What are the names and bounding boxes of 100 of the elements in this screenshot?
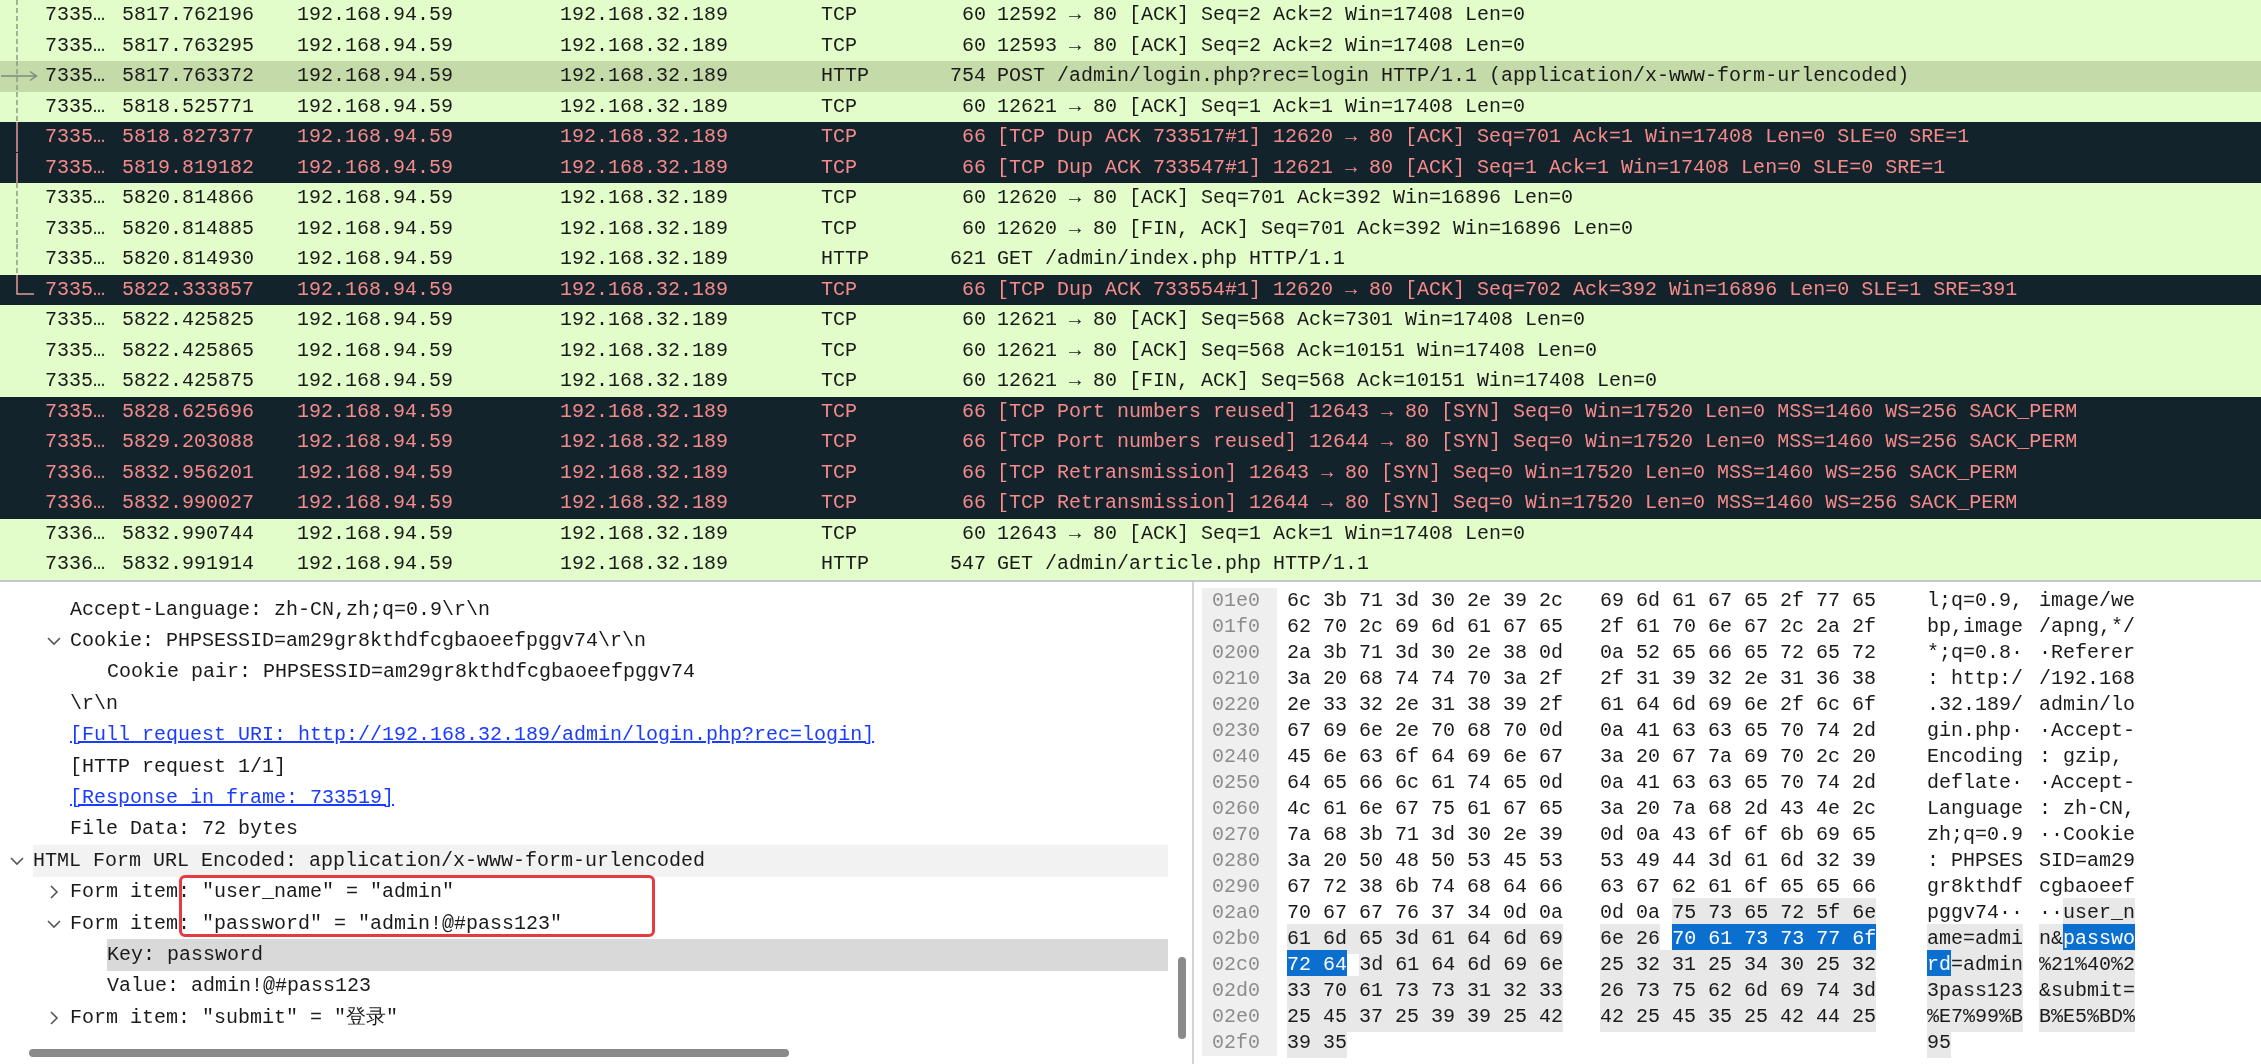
packet-row[interactable]: 7335… 5822.425875 192.168.94.59 192.168.32.189 TCP 60 12621 → 80 [FIN, ACK] Seq=568 Ack=10151 Win=17408 Len=0 <box>0 366 2261 397</box>
packet-row[interactable]: 7335… 5820.814866 192.168.94.59 192.168.32.189 TCP 60 12620 → 80 [ACK] Seq=701 Ack=392 Win=16896 Len=0 <box>0 183 2261 214</box>
packet-row[interactable]: 7335… 5817.763295 192.168.94.59 192.168.32.189 TCP 60 12593 → 80 [ACK] Seq=2 Ack=2 Win=17408 Len=0 <box>0 30 2261 61</box>
table-cell-text: 192.168.94.59 <box>297 154 455 181</box>
packet-row[interactable]: 7336… 5832.991914 192.168.94.59 192.168.32.189 HTTP 547 GET /admin/article.php HTTP/1.1 <box>0 549 2261 580</box>
table-cell-text: 12621 → 80 [ACK] Seq=568 Ack=10151 Win=17408 Len=0 <box>997 337 1598 364</box>
table-cell-text: 192.168.32.189 <box>560 368 730 395</box>
table-cell-text: 5822.425875 <box>122 368 256 395</box>
table-cell-text: 192.168.94.59 <box>297 93 455 120</box>
ascii-text: : gzip, <box>2039 744 2123 770</box>
table-cell-text: 60 <box>961 93 986 120</box>
ascii-text: ·Referer <box>2039 640 2135 666</box>
ascii-text: bp,image <box>1927 614 2023 640</box>
table-cell-text: 7335… <box>45 93 106 120</box>
link[interactable]: [Response in frame: 733519] <box>70 782 1168 814</box>
tree-item[interactable]: \r\n <box>70 688 1168 720</box>
hex-bytes: 0d 0a 43 6f 6f 6b 69 65 <box>1600 822 1877 848</box>
table-cell-text: 60 <box>961 520 986 547</box>
offset-label: 0260 <box>1202 796 1277 822</box>
ascii-text: zh;q=0.9 <box>1927 822 2023 848</box>
packet-row[interactable]: 7335… 5822.333857 192.168.94.59 192.168.32.189 TCP 66 [TCP Dup ACK 733554#1] 12620 → 80 [ACK] Seq=702 Ack=392 Win=16896 Len=0 SLE=1 SRE=391 <box>0 274 2261 305</box>
hex-bytes: 64 65 66 6c 61 74 65 0d <box>1287 770 1564 796</box>
table-cell-text: HTTP <box>821 63 870 90</box>
tree-item[interactable]: [HTTP request 1/1] <box>70 750 1168 783</box>
table-cell-text: TCP <box>821 215 858 242</box>
hex-bytes: 0a 52 65 66 65 72 65 72 <box>1600 640 1877 666</box>
packet-row[interactable]: 7335… 5820.814930 192.168.94.59 192.168.32.189 HTTP 621 GET /admin/index.php HTTP/1.1 <box>0 244 2261 275</box>
table-cell-text: 192.168.32.189 <box>560 520 730 547</box>
tree-item[interactable]: Cookie pair: PHPSESSID=am29gr8kthdfcgbaoeefpggv74 <box>107 656 1168 689</box>
table-cell-text: 621 <box>949 246 986 273</box>
packet-row[interactable]: 7335… 5817.762196 192.168.94.59 192.168.32.189 TCP 60 12592 → 80 [ACK] Seq=2 Ack=2 Win=17408 Len=0 <box>0 0 2261 31</box>
table-cell-text: TCP <box>821 32 858 59</box>
table-cell-text: 7335… <box>45 307 106 334</box>
tree-item[interactable]: Accept-Language: zh-CN,zh;q=0.9\r\n <box>70 594 1168 626</box>
table-cell-text: TCP <box>821 520 858 547</box>
table-cell-text: TCP <box>821 368 858 395</box>
vertical-scrollbar[interactable] <box>1178 957 1186 1039</box>
offset-label: 01e0 <box>1202 588 1277 614</box>
table-cell-text: 60 <box>961 307 986 334</box>
ascii-text: : zh-CN, <box>2039 796 2135 822</box>
packet-row[interactable]: 7335… 5820.814885 192.168.94.59 192.168.32.189 TCP 60 12620 → 80 [FIN, ACK] Seq=701 Ack=392 Win=16896 Len=0 <box>0 213 2261 244</box>
hex-bytes: 63 67 62 61 6f 65 65 66 <box>1600 874 1877 900</box>
ascii-text: ·Accept- <box>2039 770 2135 796</box>
horizontal-scrollbar[interactable] <box>29 1049 789 1057</box>
table-cell-text: [TCP Port numbers reused] 12643 → 80 [SYN] Seq=0 Win=17520 Len=0 MSS=1460 WS=256 SACK_PERM <box>997 398 2078 425</box>
packet-row[interactable]: 7335… 5822.425825 192.168.94.59 192.168.32.189 TCP 60 12621 → 80 [ACK] Seq=568 Ack=7301 Win=17408 Len=0 <box>0 305 2261 336</box>
table-cell-text: 192.168.94.59 <box>297 551 455 578</box>
packet-row[interactable]: 7335… 5817.763372 192.168.94.59 192.168.32.189 HTTP 754 POST /admin/login.php?rec=login HTTP/1.1 (application/x-www-form-urlencoded) <box>0 61 2261 92</box>
ascii-text: Language <box>1927 796 2023 822</box>
table-cell-text: TCP <box>821 490 858 517</box>
table-cell-text: 192.168.32.189 <box>560 551 730 578</box>
table-cell-text: 192.168.94.59 <box>297 32 455 59</box>
hex-bytes: 0a 41 63 63 65 70 74 2d <box>1600 770 1877 796</box>
offset-label: 0240 <box>1202 744 1277 770</box>
table-cell-text: 754 <box>949 63 986 90</box>
packet-row[interactable]: 7335… 5818.525771 192.168.94.59 192.168.32.189 TCP 60 12621 → 80 [ACK] Seq=1 Ack=1 Win=17408 Len=0 <box>0 91 2261 122</box>
arrow-icon <box>0 61 38 91</box>
tree-item[interactable]: File Data: 72 bytes <box>70 813 1168 846</box>
table-cell-text: 192.168.32.189 <box>560 63 730 90</box>
table-cell-text: 5818.827377 <box>122 124 256 151</box>
table-cell-text: 192.168.32.189 <box>560 215 730 242</box>
table-cell-text: TCP <box>821 429 858 456</box>
packet-row[interactable]: 7335… 5828.625696 192.168.94.59 192.168.32.189 TCP 66 [TCP Port numbers reused] 12643 → 80 [SYN] Seq=0 Win=17520 Len=0 MSS=1460 WS=256 SACK_PERM <box>0 396 2261 427</box>
hex-bytes: 3a 20 68 74 74 70 3a 2f <box>1287 666 1564 692</box>
packet-row[interactable]: 7335… 5819.819182 192.168.94.59 192.168.32.189 TCP 66 [TCP Dup ACK 733547#1] 12621 → 80 [ACK] Seq=1 Ack=1 Win=17408 Len=0 SLE=0 SRE=1 <box>0 152 2261 183</box>
tree-item[interactable]: Value: admin!@#pass123 <box>107 970 1168 1003</box>
packet-row[interactable]: 7335… 5829.203088 192.168.94.59 192.168.32.189 TCP 66 [TCP Port numbers reused] 12644 → 80 [SYN] Seq=0 Win=17520 Len=0 MSS=1460 WS=256 SACK_PERM <box>0 427 2261 458</box>
packet-row[interactable]: 7336… 5832.990744 192.168.94.59 192.168.32.189 TCP 60 12643 → 80 [ACK] Seq=1 Ack=1 Win=17408 Len=0 <box>0 518 2261 549</box>
tree-item[interactable]: Key: password <box>107 939 1168 971</box>
tree-item[interactable]: Cookie: PHPSESSID=am29gr8kthdfcgbaoeefpggv74\r\n <box>70 625 1168 657</box>
table-cell-text: [TCP Dup ACK 733517#1] 12620 → 80 [ACK] Seq=701 Ack=1 Win=17408 Len=0 SLE=0 SRE=1 <box>997 124 1970 151</box>
table-cell-text: 7335… <box>45 154 106 181</box>
ascii-text: image/we <box>2039 588 2135 614</box>
table-cell-text: TCP <box>821 307 858 334</box>
tree-item[interactable]: HTML Form URL Encoded: application/x-www-form-urlencoded <box>33 845 1168 877</box>
hex-bytes: 7a 68 3b 71 3d 30 2e 39 <box>1287 822 1564 848</box>
offset-label: 02f0 <box>1202 1030 1277 1056</box>
hex-bytes: 4c 61 6e 67 75 61 67 65 <box>1287 796 1564 822</box>
table-cell-text: 192.168.94.59 <box>297 246 455 273</box>
table-cell-text: 5818.525771 <box>122 93 256 120</box>
corner-line-icon <box>16 274 34 295</box>
hex-bytes: 3a 20 7a 68 2d 43 4e 2c <box>1600 796 1877 822</box>
packet-row[interactable]: 7336… 5832.956201 192.168.94.59 192.168.32.189 TCP 66 [TCP Retransmission] 12643 → 80 [SYN] Seq=0 Win=17520 Len=0 MSS=1460 WS=256 SACK_PERM <box>0 457 2261 488</box>
table-cell-text: 60 <box>961 32 986 59</box>
packet-row[interactable]: 7335… 5822.425865 192.168.94.59 192.168.32.189 TCP 60 12621 → 80 [ACK] Seq=568 Ack=10151 Win=17408 Len=0 <box>0 335 2261 366</box>
offset-label: 0280 <box>1202 848 1277 874</box>
ascii-text: cgbaoeef <box>2039 874 2135 900</box>
packet-row[interactable]: 7335… 5818.827377 192.168.94.59 192.168.32.189 TCP 66 [TCP Dup ACK 733517#1] 12620 → 80 [ACK] Seq=701 Ack=1 Win=17408 Len=0 SLE=0 SRE=1 <box>0 122 2261 153</box>
table-cell-text: 192.168.94.59 <box>297 368 455 395</box>
link[interactable]: [Full request URI: http://192.168.32.189/admin/login.php?rec=login] <box>70 719 1168 751</box>
table-cell-text: 7336… <box>45 459 106 486</box>
table-cell-text: 192.168.94.59 <box>297 429 455 456</box>
table-cell-text: 5832.991914 <box>122 551 256 578</box>
hex-bytes: 69 6d 61 67 65 2f 77 65 <box>1600 588 1877 614</box>
offset-label: 0270 <box>1202 822 1277 848</box>
hex-bytes: 2e 33 32 2e 31 38 39 2f <box>1287 692 1564 718</box>
table-cell-text: 192.168.94.59 <box>297 63 455 90</box>
table-cell-text: 192.168.32.189 <box>560 307 730 334</box>
packet-row[interactable]: 7336… 5832.990027 192.168.94.59 192.168.32.189 TCP 66 [TCP Retransmission] 12644 → 80 [SYN] Seq=0 Win=17520 Len=0 MSS=1460 WS=256 SACK_PERM <box>0 488 2261 519</box>
tree-item[interactable]: Form item: "submit" = "登录" <box>70 1002 1168 1034</box>
